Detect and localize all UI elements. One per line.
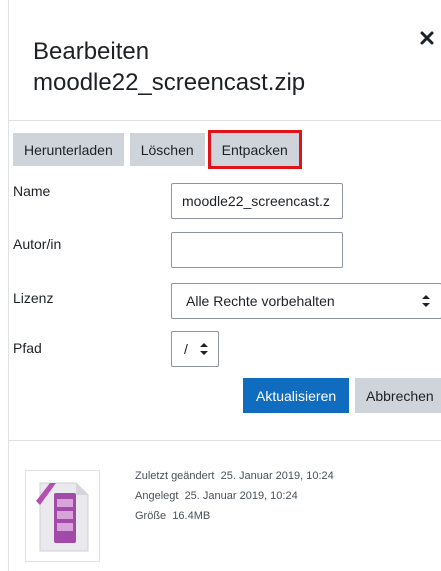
file-edit-dialog: Bearbeiten moodle22_screencast.zip Herun… xyxy=(8,0,441,571)
modified-value: 25. Januar 2019, 10:24 xyxy=(220,470,334,482)
dialog-title: Bearbeiten moodle22_screencast.zip xyxy=(33,36,305,98)
path-label: Pfad xyxy=(13,340,42,356)
author-field[interactable] xyxy=(171,232,343,268)
delete-button[interactable]: Löschen xyxy=(129,133,205,166)
created-label: Angelegt xyxy=(135,490,179,502)
size-value: 16.4MB xyxy=(172,510,211,522)
modified-info: Zuletzt geändert 25. Januar 2019, 10:24 xyxy=(135,470,334,482)
license-selected-value: Alle Rechte vorbehalten xyxy=(186,293,335,309)
select-caret-icon xyxy=(422,295,430,307)
name-field[interactable]: moodle22_screencast.z xyxy=(171,183,343,219)
modified-label: Zuletzt geändert xyxy=(135,470,215,482)
cancel-button[interactable]: Abbrechen xyxy=(355,378,441,413)
close-button[interactable] xyxy=(415,26,439,50)
footer-divider xyxy=(9,440,441,441)
path-select[interactable]: / xyxy=(171,331,219,367)
created-value: 25. Januar 2019, 10:24 xyxy=(184,490,298,502)
header-divider xyxy=(9,120,441,121)
archive-file-icon xyxy=(36,482,89,552)
dialog-title-filename: moodle22_screencast.zip xyxy=(33,69,306,96)
size-info: Größe 16.4MB xyxy=(135,510,210,522)
download-button[interactable]: Herunterladen xyxy=(13,133,124,166)
name-label: Name xyxy=(13,183,51,199)
created-info: Angelegt 25. Januar 2019, 10:24 xyxy=(135,490,298,502)
dialog-title-line1: Bearbeiten xyxy=(33,38,150,65)
author-label: Autor/in xyxy=(13,236,62,252)
unzip-button[interactable]: Entpacken xyxy=(207,130,302,169)
close-icon xyxy=(420,31,434,45)
file-actions-toolbar: Herunterladen Löschen Entpacken xyxy=(13,130,305,169)
path-selected-value: / xyxy=(184,341,188,357)
license-label: Lizenz xyxy=(13,290,54,306)
license-select[interactable]: Alle Rechte vorbehalten xyxy=(171,283,441,319)
size-label: Größe xyxy=(135,510,167,522)
select-caret-icon xyxy=(200,343,208,355)
update-button[interactable]: Aktualisieren xyxy=(243,378,350,413)
file-thumbnail xyxy=(25,470,100,562)
